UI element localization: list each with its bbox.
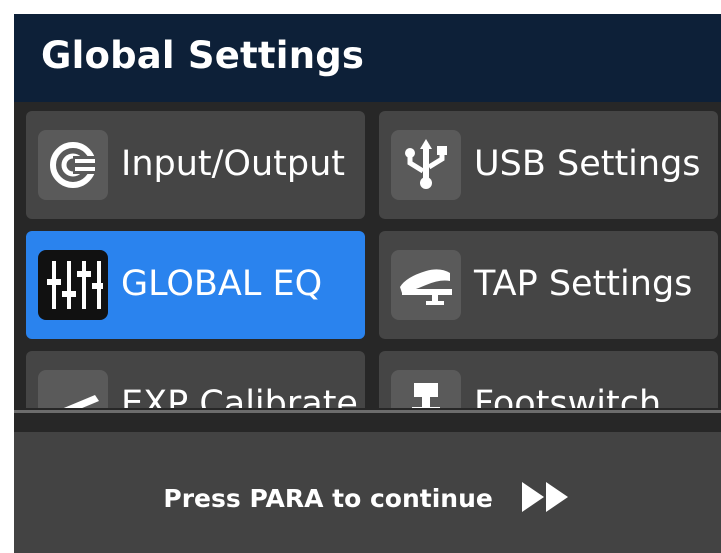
settings-menu-grid: Input/Output USB Settings GLOBAL EQ TAP … — [14, 102, 721, 408]
header-bar: Global Settings — [14, 14, 721, 102]
fast-forward-icon[interactable] — [520, 480, 572, 520]
menu-item-label: Input/Output — [121, 144, 345, 184]
menu-item-label: Footswitch — [474, 384, 662, 408]
menu-item-usb-settings[interactable]: USB Settings — [379, 111, 718, 219]
menu-item-input-output[interactable]: Input/Output — [26, 111, 365, 219]
page-title: Global Settings — [41, 34, 365, 77]
menu-item-label: TAP Settings — [474, 264, 693, 304]
input-output-icon — [38, 130, 108, 200]
usb-icon — [391, 130, 461, 200]
continue-prompt: Press PARA to continue — [14, 480, 721, 520]
footswitch-icon — [391, 370, 461, 408]
footer-bar: Press PARA to continue — [14, 432, 721, 553]
menu-item-label: GLOBAL EQ — [121, 264, 323, 304]
menu-item-global-eq[interactable]: GLOBAL EQ — [26, 231, 365, 339]
menu-item-exp-calibrate[interactable]: EXP Calibrate — [26, 351, 365, 408]
continue-prompt-text: Press PARA to continue — [163, 484, 493, 513]
menu-item-tap-settings[interactable]: TAP Settings — [379, 231, 718, 339]
expression-pedal-icon — [38, 370, 108, 408]
equalizer-sliders-icon — [38, 250, 108, 320]
tap-pedal-icon — [391, 250, 461, 320]
scroll-divider — [14, 410, 721, 413]
global-settings-screen: Global Settings Input/Output USB Setting… — [14, 14, 721, 553]
menu-item-label: EXP Calibrate — [121, 384, 358, 408]
menu-item-footswitch[interactable]: Footswitch — [379, 351, 718, 408]
menu-item-label: USB Settings — [474, 144, 701, 184]
